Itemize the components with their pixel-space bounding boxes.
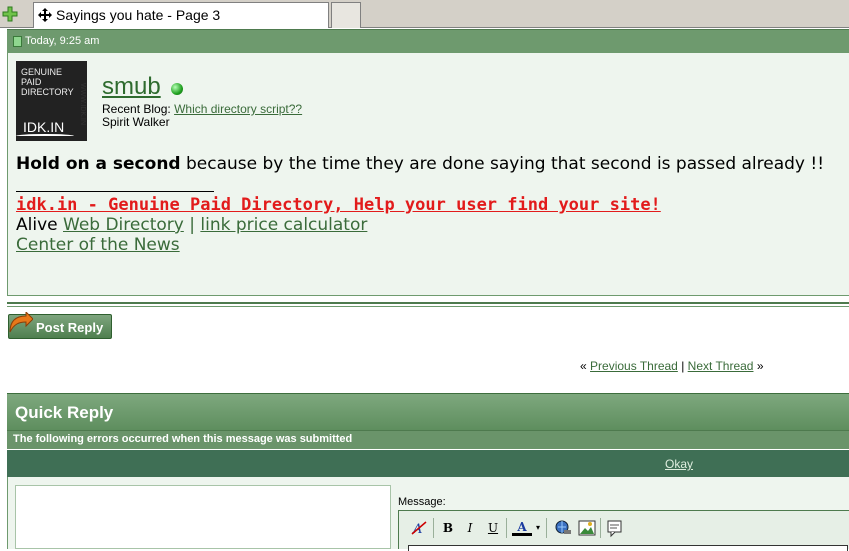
bold-button[interactable]: B [438, 518, 458, 538]
quick-reply-left-panel [15, 485, 391, 549]
reply-arrow-icon [9, 312, 33, 333]
post-icon [13, 36, 22, 47]
underline-button[interactable]: U [483, 518, 503, 538]
nav-left-quote: « [580, 359, 587, 373]
message-editor: A B I U A ▾ [398, 510, 849, 551]
avatar-arc [16, 134, 74, 138]
tab-sayings-you-hate[interactable]: Sayings you hate - Page 3 [33, 2, 329, 28]
recent-blog: Recent Blog: Which directory script?? [102, 102, 302, 116]
recent-blog-link[interactable]: Which directory script?? [174, 102, 302, 116]
quick-reply-body: Message: A B I U A ▾ [7, 477, 849, 551]
italic-button[interactable]: I [460, 518, 480, 538]
diamond-arrows-icon [38, 8, 52, 22]
nav-right-quote: » [756, 359, 764, 373]
online-status-icon [171, 83, 183, 95]
font-color-button[interactable]: A [512, 518, 532, 536]
message-text: because by the time they are done saying… [180, 154, 825, 174]
tab-empty[interactable] [331, 2, 361, 28]
post-header: Today, 9:25 am [7, 29, 849, 53]
signature-divider [16, 191, 214, 192]
quick-reply-title: Quick Reply [15, 403, 114, 422]
signature-prefix: Alive [16, 215, 63, 235]
web-directory-link[interactable]: Web Directory [63, 215, 184, 235]
green-plus-icon[interactable] [2, 6, 18, 22]
previous-thread-link[interactable]: Previous Thread [590, 359, 678, 373]
quick-reply-header: Quick Reply [7, 393, 849, 430]
recent-blog-label: Recent Blog: [102, 102, 171, 116]
signature-separator: | [183, 215, 201, 235]
avatar-side-text: WWW.IDK.IN [79, 83, 86, 125]
remove-format-icon[interactable]: A [409, 518, 429, 538]
error-bar: Okay [7, 450, 849, 477]
post-body: GENUINE PAID DIRECTORY IDK.IN WWW.IDK.IN… [7, 53, 849, 296]
link-price-calculator-link[interactable]: link price calculator [200, 215, 367, 235]
thread-navigation: « Previous Thread | Next Thread » [580, 359, 764, 373]
chevron-down-icon[interactable]: ▾ [533, 518, 543, 538]
signature-row: Center of the News [16, 235, 180, 255]
post-reply-label: Post Reply [36, 320, 104, 335]
message-textarea[interactable] [408, 545, 848, 551]
next-thread-link[interactable]: Next Thread [688, 359, 754, 373]
toolbar-separator [546, 518, 547, 538]
avatar-brand: IDK.IN [23, 119, 65, 135]
signature-row: Alive Web Directory | link price calcula… [16, 215, 367, 235]
post-divider [7, 302, 849, 307]
avatar[interactable]: GENUINE PAID DIRECTORY IDK.IN [16, 61, 87, 141]
insert-link-icon[interactable] [553, 518, 573, 538]
browser-tab-bar: Sayings you hate - Page 3 [0, 0, 849, 28]
nav-separator: | [681, 359, 685, 373]
user-title: Spirit Walker [102, 115, 170, 129]
signature-promo-link[interactable]: idk.in - Genuine Paid Directory, Help yo… [16, 195, 661, 215]
post-message: Hold on a second because by the time the… [16, 154, 824, 174]
wrap-quote-icon[interactable] [605, 518, 625, 538]
okay-link[interactable]: Okay [665, 457, 693, 471]
message-label: Message: [398, 496, 446, 508]
post-date: Today, 9:25 am [25, 35, 100, 47]
insert-image-icon[interactable] [577, 518, 597, 538]
tab-title: Sayings you hate - Page 3 [56, 7, 221, 23]
post-reply-button[interactable]: Post Reply [8, 312, 112, 339]
error-heading-text: The following errors occurred when this … [13, 433, 353, 445]
toolbar-separator [600, 518, 601, 538]
toolbar-separator [506, 518, 507, 538]
message-bold: Hold on a second [16, 154, 181, 174]
username-link[interactable]: smub [102, 73, 161, 101]
error-heading: The following errors occurred when this … [7, 430, 849, 449]
toolbar-separator [433, 518, 434, 538]
avatar-text: GENUINE PAID DIRECTORY [21, 67, 74, 97]
center-of-news-link[interactable]: Center of the News [16, 235, 180, 255]
